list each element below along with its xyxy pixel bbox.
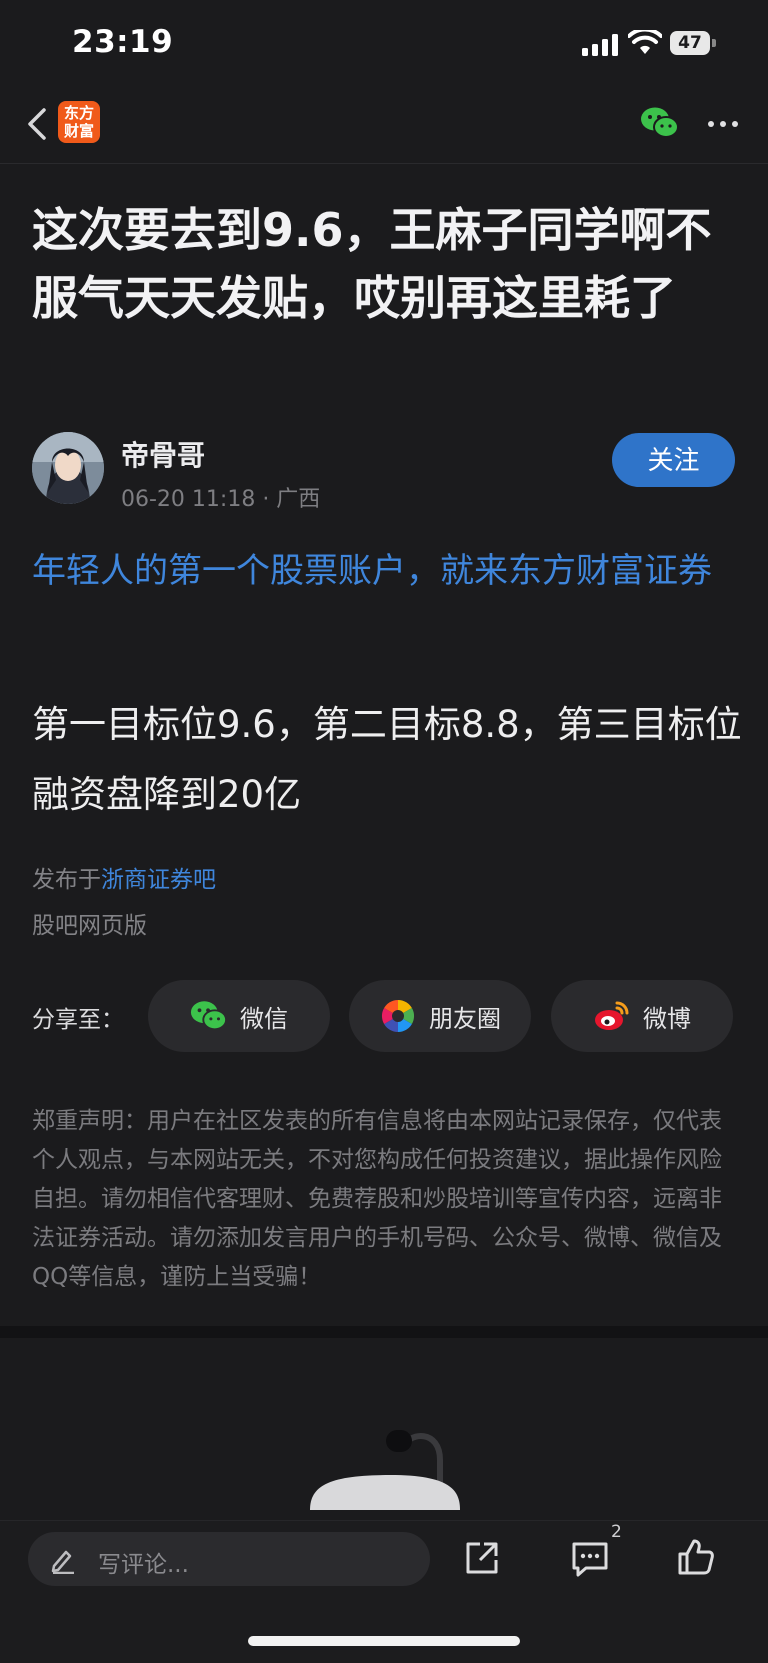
thumbs-up-icon[interactable] (676, 1537, 716, 1577)
nav-divider (0, 163, 768, 164)
pen-icon (51, 1550, 74, 1574)
promo-link[interactable]: 年轻人的第一个股票账户，就来东方财富证券 (32, 544, 742, 599)
battery-level: 47 (670, 31, 710, 55)
post-meta: 06-20 11:18 · 广西 (121, 487, 321, 512)
eastmoney-logo[interactable]: 东方 财富 (58, 101, 100, 143)
share-label: 分享至： (32, 1007, 124, 1033)
moments-icon (381, 999, 415, 1032)
post-title: 这次要去到9.6，王麻子同学啊不服气天天发贴，哎别再这里耗了 (32, 203, 712, 325)
signal-icon (582, 34, 618, 56)
share-wechat-label: 微信 (240, 1004, 288, 1033)
battery-icon: 47 (670, 31, 716, 55)
disclaimer: 郑重声明：用户在社区发表的所有信息将由本网站记录保存，仅代表个人观点，与本网站无… (32, 1108, 722, 1290)
published-prefix: 发布于 (32, 867, 101, 893)
follow-button[interactable]: 关注 (612, 433, 735, 487)
stock-bar-link[interactable]: 浙商证券吧 (101, 867, 216, 893)
weibo-icon (595, 1001, 629, 1030)
logo-line-1: 东方 (63, 104, 94, 122)
published-in: 发布于浙商证券吧 (32, 860, 216, 894)
wechat-icon (190, 1001, 228, 1031)
section-divider (0, 1326, 768, 1338)
share-wechat-button[interactable]: 微信 (148, 980, 330, 1052)
share-weibo-button[interactable]: 微博 (551, 980, 733, 1052)
share-weibo-label: 微博 (643, 1004, 691, 1033)
comment-count-badge: 2 (611, 1522, 622, 1542)
wechat-share-icon[interactable] (640, 106, 680, 140)
status-time: 23:19 (72, 24, 174, 60)
author-avatar[interactable] (32, 432, 104, 504)
author-name[interactable]: 帝骨哥 (121, 434, 205, 474)
logo-line-2: 财富 (63, 122, 94, 140)
back-arrow-icon[interactable] (22, 104, 50, 144)
share-icon[interactable] (464, 1540, 500, 1576)
more-icon[interactable] (706, 110, 740, 138)
share-moments-button[interactable]: 朋友圈 (349, 980, 531, 1052)
comment-placeholder[interactable]: 写评论... (98, 1545, 189, 1579)
post-body: 第一目标位9.6，第二目标8.8，第三目标位融资盘降到20亿 (32, 703, 742, 816)
share-moments-label: 朋友圈 (429, 1004, 501, 1033)
home-indicator[interactable] (248, 1636, 520, 1646)
comment-icon[interactable] (570, 1540, 610, 1578)
product-image (310, 1430, 460, 1510)
comment-input[interactable] (28, 1532, 430, 1586)
web-version-label: 股吧网页版 (32, 913, 147, 939)
wifi-icon (628, 30, 662, 54)
